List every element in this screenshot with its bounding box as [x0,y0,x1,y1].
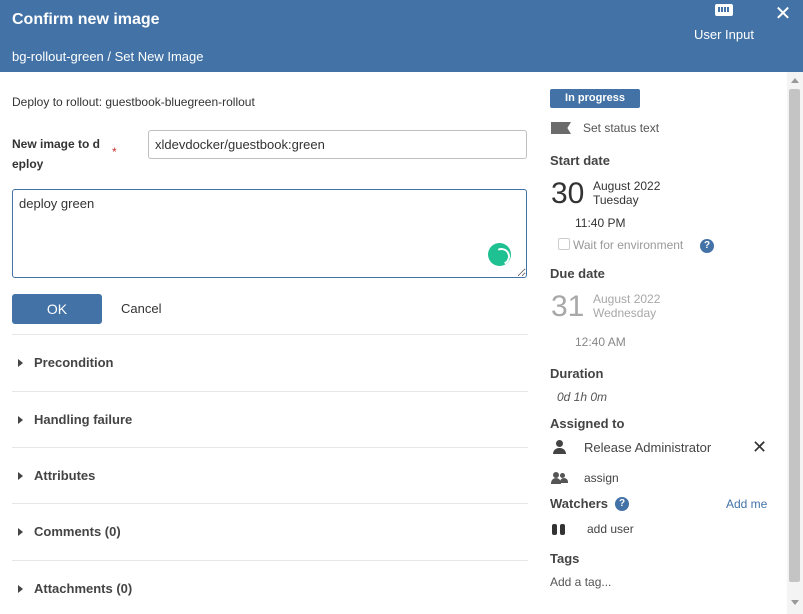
caret-right-icon [18,585,23,593]
start-date-weekday[interactable]: Tuesday [593,193,639,207]
remove-assignee-icon[interactable]: ✕ [752,438,767,456]
help-icon[interactable]: ? [615,497,629,511]
binoculars-icon [552,522,566,536]
help-icon[interactable]: ? [700,239,714,253]
close-icon[interactable]: ✕ [773,4,793,24]
section-title: Comments (0) [34,524,121,539]
due-date-time[interactable]: 12:40 AM [575,335,626,349]
start-date-day[interactable]: 30 [551,179,584,209]
wait-for-environment-label: Wait for environment [573,238,684,252]
status-badge: In progress [550,89,640,108]
task-form: Deploy to rollout: guestbook-bluegreen-r… [12,72,528,614]
section-title: Attachments (0) [34,581,133,596]
assignee-name[interactable]: Release Administrator [584,440,711,455]
caret-right-icon [18,472,23,480]
start-date-time[interactable]: 11:40 PM [575,216,625,230]
deploy-description: Deploy to rollout: guestbook-bluegreen-r… [12,95,255,109]
add-tag-input[interactable]: Add a tag... [550,575,611,589]
scroll-up-icon[interactable] [791,78,799,83]
ok-button[interactable]: OK [12,294,102,324]
wait-for-environment-checkbox[interactable] [558,238,570,250]
scroll-down-icon[interactable] [791,600,799,605]
dialog-header: Confirm new image bg-rollout-green / Set… [0,0,803,72]
user-input-button[interactable]: User Input [690,4,758,48]
flag-icon[interactable] [551,122,571,134]
tags-heading: Tags [550,551,580,566]
section-comments[interactable]: Comments (0) [12,503,528,560]
section-handling-failure[interactable]: Handling failure [12,391,528,448]
section-precondition[interactable]: Precondition [12,334,528,391]
start-date-month[interactable]: August 2022 [593,179,660,193]
caret-right-icon [18,416,23,424]
set-status-text-link[interactable]: Set status text [583,121,659,135]
new-image-input[interactable] [148,130,527,159]
task-details-panel: In progress Set status text Start date 3… [550,72,786,614]
loading-spinner-icon [488,243,511,266]
person-icon [553,439,567,455]
section-attachments[interactable]: Attachments (0) [12,560,528,614]
add-user-link[interactable]: add user [587,522,634,536]
due-date-month[interactable]: August 2022 [593,292,660,306]
cancel-button[interactable]: Cancel [121,301,161,316]
duration-value[interactable]: 0d 1h 0m [557,390,607,404]
breadcrumb: bg-rollout-green / Set New Image [12,49,204,64]
required-marker: * [112,145,117,159]
user-input-label: User Input [694,27,754,42]
due-date-day[interactable]: 31 [551,292,584,322]
scrollbar-thumb[interactable] [789,89,800,582]
new-image-label: New image to d eploy [12,137,101,171]
start-date-heading: Start date [550,153,610,168]
assign-link[interactable]: assign [584,471,619,485]
caret-right-icon [18,528,23,536]
section-title: Attributes [34,468,96,483]
assigned-to-heading: Assigned to [550,416,625,431]
comment-textarea[interactable]: deploy green [12,189,527,278]
team-icon [551,472,569,484]
section-attributes[interactable]: Attributes [12,447,528,504]
add-me-link[interactable]: Add me [726,497,767,511]
section-title: Precondition [34,355,114,370]
keyboard-icon [715,4,733,16]
caret-right-icon [18,359,23,367]
due-date-weekday[interactable]: Wednesday [593,306,656,320]
section-title: Handling failure [34,412,133,427]
dialog-title: Confirm new image [12,11,160,28]
duration-heading: Duration [550,366,604,381]
due-date-heading: Due date [550,266,605,281]
watchers-heading: Watchers [550,496,609,511]
